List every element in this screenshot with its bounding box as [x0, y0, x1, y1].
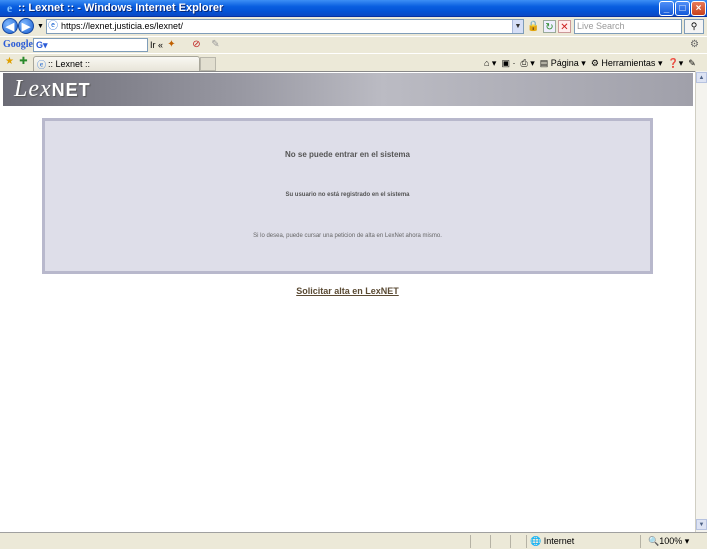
help-icon[interactable]: ❓▾ [667, 58, 683, 68]
message-title: No se puede entrar en el sistema [285, 150, 410, 159]
page-icon: ⓔ [37, 60, 47, 70]
tools-menu[interactable]: ⚙ Herramientas ▾ [591, 58, 663, 68]
message-subtitle: Su usuario no está registrado en el sist… [285, 192, 410, 198]
address-field[interactable]: ⓔ https://lexnet.justicia.es/lexnet/ ▼ [46, 19, 524, 34]
google-search-input[interactable]: G▾ [33, 38, 148, 52]
zoom-icon: 🔍 [648, 536, 660, 546]
new-tab-button[interactable] [200, 57, 216, 71]
address-toolbar: ◀ ▶ ▼ ⓔ https://lexnet.justicia.es/lexne… [0, 17, 707, 36]
lock-icon[interactable]: 🔒 [527, 20, 540, 33]
google-toolbar: Google G▾ Ir « ✦ ⊘ ✎ ⚙ [0, 36, 707, 53]
tab-bar: ★ ✚ ⓔ :: Lexnet :: ⌂ ▾ ▣ · ⎙ ▾ ▤ Página … [0, 53, 707, 72]
security-zone[interactable]: 🌐 Internet [530, 534, 574, 549]
page-viewport: LexNET No se puede entrar en el sistema … [0, 71, 695, 532]
message-body: Si lo desea, puede cursar una peticion d… [253, 233, 442, 239]
zoom-level[interactable]: 🔍100% ▾ [648, 534, 689, 549]
status-divider [640, 535, 641, 548]
globe-icon: 🌐 [530, 536, 542, 546]
forward-button[interactable]: ▶ [18, 18, 34, 34]
page-menu[interactable]: ▤ Página ▾ [540, 58, 586, 68]
request-registration-link[interactable]: Solicitar alta en LexNET [0, 286, 695, 296]
lexnet-banner: LexNET [3, 73, 693, 106]
bookmark-icon[interactable]: ✦ [165, 38, 178, 51]
lexnet-logo: LexNET [14, 76, 91, 102]
refresh-icon[interactable]: ↻ [543, 20, 556, 33]
feeds-icon[interactable]: ▣ [501, 58, 510, 68]
minimize-button[interactable]: _ [659, 1, 674, 16]
google-go-button[interactable]: Ir « [150, 38, 163, 52]
status-divider [526, 535, 527, 548]
page-icon: ⓔ [48, 21, 58, 32]
maximize-button[interactable]: □ [675, 1, 690, 16]
url-dropdown-icon[interactable]: ▼ [512, 20, 523, 33]
print-icon[interactable]: ⎙ ▾ [521, 58, 535, 68]
status-divider [490, 535, 491, 548]
status-divider [470, 535, 471, 548]
scroll-down-icon[interactable]: ▼ [696, 519, 707, 530]
research-icon[interactable]: ✎ [688, 58, 696, 68]
search-icon[interactable]: ⚲ [684, 19, 704, 34]
scroll-up-icon[interactable]: ▲ [696, 72, 707, 83]
add-favorite-icon[interactable]: ✚ [17, 55, 30, 68]
status-divider [510, 535, 511, 548]
home-icon[interactable]: ⌂ ▾ [484, 58, 496, 68]
status-bar: 🌐 Internet 🔍100% ▾ [0, 532, 707, 549]
favorites-star-icon[interactable]: ★ [3, 55, 16, 68]
title-bar[interactable]: e :: Lexnet :: - Windows Internet Explor… [0, 0, 707, 17]
ie-logo-icon: e [6, 1, 13, 15]
stop-icon[interactable]: ✕ [558, 20, 571, 33]
live-search-input[interactable]: Live Search [574, 19, 682, 34]
vertical-scrollbar[interactable]: ▲ ▼ [695, 71, 707, 532]
google-logo: Google [3, 39, 33, 50]
command-bar: ⌂ ▾ ▣ · ⎙ ▾ ▤ Página ▾ ⚙ Herramientas ▾ … [484, 58, 696, 68]
error-message-box: No se puede entrar en el sistema Su usua… [42, 118, 653, 274]
url-text: https://lexnet.justicia.es/lexnet/ [61, 21, 184, 31]
settings-icon[interactable]: ⚙ [688, 38, 701, 51]
tab-label: :: Lexnet :: [48, 59, 91, 69]
close-button[interactable]: × [691, 1, 706, 16]
back-button[interactable]: ◀ [2, 18, 18, 34]
popup-blocker-icon[interactable]: ⊘ [190, 38, 203, 51]
tab-lexnet[interactable]: ⓔ :: Lexnet :: [33, 56, 200, 72]
window-title: :: Lexnet :: - Windows Internet Explorer [18, 2, 224, 14]
pencil-icon[interactable]: ✎ [209, 38, 222, 51]
